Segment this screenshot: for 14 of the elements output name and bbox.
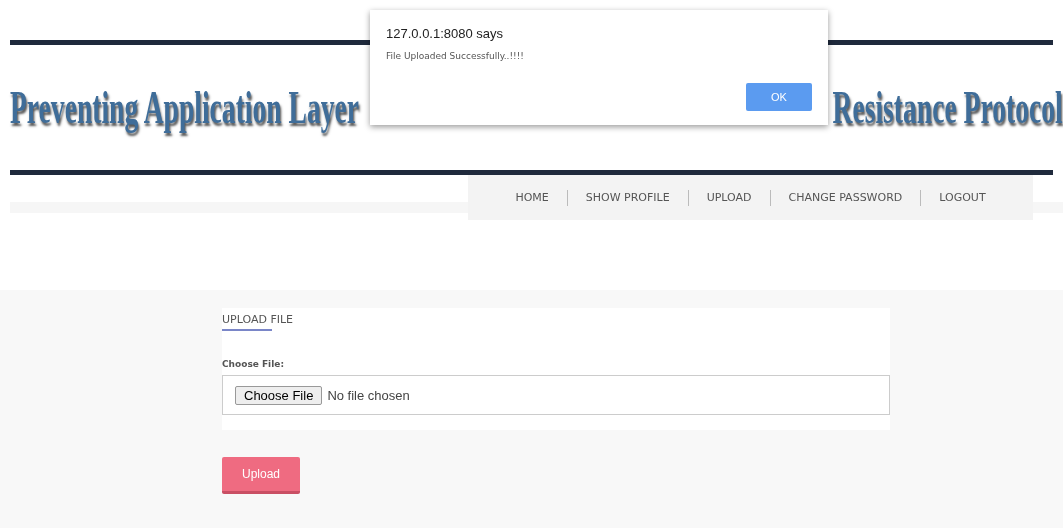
- nav-link[interactable]: CHANGE PASSWORD: [769, 189, 921, 206]
- file-status: No file chosen: [327, 387, 410, 403]
- section-heading: UPLOAD FILE: [222, 313, 294, 326]
- nav-link[interactable]: SHOW PROFILE: [566, 189, 688, 206]
- file-input-field[interactable]: Choose File No file chosen: [222, 375, 890, 415]
- banner-title: Preventing Application Layer: [10, 81, 360, 134]
- nav-link[interactable]: UPLOAD: [687, 189, 770, 206]
- dialog-title: 127.0.0.1:8080 says: [386, 26, 505, 41]
- nav-link[interactable]: LOGOUT: [920, 189, 1004, 206]
- choose-file-button[interactable]: Choose File: [235, 385, 323, 405]
- nav-link[interactable]: HOME: [497, 189, 567, 206]
- field-label: Choose File:: [222, 359, 285, 369]
- banner-title: Resistance Protocol: [832, 81, 1063, 134]
- dialog-message: File Uploaded Successfully..!!!!: [386, 51, 525, 61]
